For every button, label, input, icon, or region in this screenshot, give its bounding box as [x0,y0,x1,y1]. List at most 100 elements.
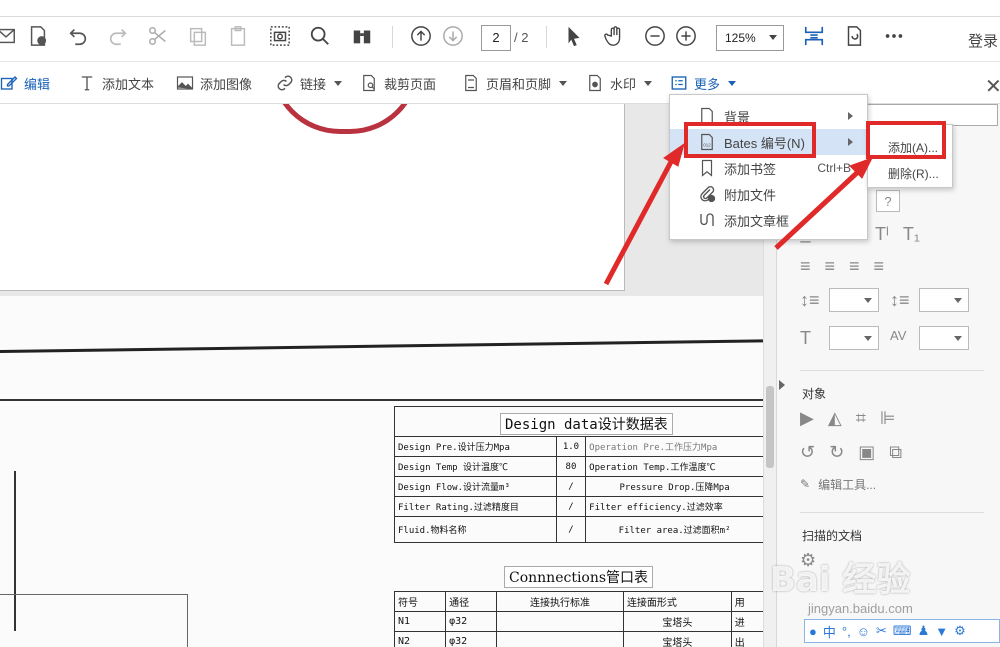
rotate-page-icon[interactable] [842,24,866,48]
align-left-icon[interactable]: ≡ [800,256,811,277]
edit-button[interactable]: 编辑 [0,62,50,104]
align-center-icon[interactable]: ≡ [825,256,836,277]
table-cell: 1.0 [555,436,587,457]
char-spacing-icon: AV [890,328,907,343]
pdf-sign-icon[interactable] [26,24,50,48]
table-row: Design Flow.设计流量m³ / Pressure Drop.压降Mpa [394,476,764,497]
table-cell: 80 [555,456,587,477]
next-page-icon[interactable] [441,24,465,48]
crop-object-icon[interactable]: ⌗ [856,408,866,429]
crop-page-button[interactable]: 裁剪页面 [360,62,436,104]
edit-icon [0,76,18,90]
prev-page-icon[interactable] [409,24,433,48]
document-canvas[interactable]: Design Pre.设计压力Mpa 1.0 Operation Pre.工作压… [0,104,776,647]
punctuation-icon[interactable]: °, [842,624,851,639]
table-cell [496,611,624,632]
table-cell: 出 [730,631,765,647]
align-justify-icon[interactable]: ≡ [874,256,885,277]
keyboard-icon[interactable]: ⌨ [893,623,912,639]
user-icon[interactable]: ♟ [918,623,930,639]
zoom-select[interactable]: 125% [716,25,784,51]
scrollbar-thumb[interactable] [766,386,774,468]
ime-logo-icon: ● [809,623,817,639]
chevron-down-icon [769,35,777,40]
crop-page-label: 裁剪页面 [384,76,437,92]
select-cursor-icon[interactable] [562,24,586,48]
watermark-button[interactable]: 水印 [586,62,653,104]
redo-icon[interactable] [106,24,130,48]
cut-icon[interactable] [146,24,170,48]
menu-shortcut: Ctrl+B [817,161,851,175]
help-icon[interactable]: ? [876,190,900,212]
table-row: Design Pre.设计压力Mpa 1.0 Operation Pre.工作压… [394,436,764,457]
align-right-icon[interactable]: ≡ [849,256,860,277]
zoom-out-icon[interactable] [643,24,667,48]
table-cell: φ32 [445,611,498,632]
align-objects-icon[interactable]: ⊫ [880,408,896,429]
table-header: 符号 [393,591,447,612]
copy-icon[interactable] [186,24,210,48]
mirror-icon[interactable]: ◭ [828,408,842,429]
arrange-icon[interactable]: ⧉ [889,442,902,463]
table-cell: Pressure Drop.压降Mpa [585,476,764,497]
pencil-icon: ✎ [800,477,811,491]
tools-icon[interactable]: ✂ [876,623,887,639]
main-toolbar: 2 / 2 125% 登录 [0,0,1000,62]
read-mode-icon[interactable] [350,24,374,48]
table-cell: Filter area.过滤面积m² [585,516,764,543]
more-options-icon[interactable] [882,24,906,48]
link-button[interactable]: 链接 [276,62,343,104]
line-spacing-select[interactable] [829,288,879,312]
collapse-panel-icon[interactable] [779,380,785,390]
edit-tool-dropdown[interactable]: ✎ 编辑工具... [800,474,980,494]
paragraph-spacing-select[interactable] [919,288,969,312]
add-image-button[interactable]: 添加图像 [176,62,252,104]
page-number-input[interactable]: 2 [481,25,511,51]
emoji-icon[interactable]: ☺ [857,624,870,639]
replace-image-icon[interactable]: ▣ [858,442,875,463]
add-text-button[interactable]: 添加文本 [78,62,154,104]
text-scale-select[interactable] [829,326,879,350]
chevron-down-icon [864,336,872,341]
menu-item-label: 添加文章框 [724,213,790,229]
zoom-in-icon[interactable] [674,24,698,48]
edit-tool-label: 编辑工具... [818,477,877,492]
char-spacing-select[interactable] [919,326,969,350]
table-cell: Operation Temp.工作温度℃ [585,456,764,477]
rotate-tools-row: ↺ ↻ ▣ ⧉ [800,442,902,463]
login-link[interactable]: 登录 [968,30,998,51]
undo-icon[interactable] [66,24,90,48]
fit-page-icon[interactable] [802,24,826,48]
rotate-right-icon[interactable]: ↻ [829,442,844,463]
skin-icon[interactable]: ▼ [935,624,948,639]
paste-icon[interactable] [226,24,250,48]
header-footer-button[interactable]: 页眉和页脚 [462,62,568,104]
panel-divider [800,370,984,371]
subscript-icon[interactable]: T₁ [903,224,920,245]
flip-icon[interactable]: ▶ [800,408,814,429]
settings-icon[interactable]: ⚙ [954,623,966,639]
text-scale-icon: T [800,328,811,348]
header-footer-icon [465,74,477,92]
table-header: 连接面形式 [622,591,732,612]
objects-section-label: 对象 [802,387,827,401]
ime-toolbar[interactable]: ● 中 °, ☺ ✂ ⌨ ♟ ▼ ⚙ [804,619,1000,643]
table-row: N1 φ32 宝塔头 进 [393,611,765,632]
link-label: 链接 [300,76,327,92]
snapshot-icon[interactable] [268,24,292,48]
toolbar-separator [546,26,547,48]
chevron-down-icon [954,336,962,341]
superscript-icon[interactable]: Tˡ [875,224,889,245]
table-cell: Filter efficiency.过滤效率 [585,496,764,517]
close-icon[interactable]: ✕ [985,74,1000,99]
rotate-left-icon[interactable]: ↺ [800,442,815,463]
menu-item-add-article[interactable]: 添加文章框 [670,207,867,233]
hand-tool-icon[interactable] [603,24,627,48]
menu-item-attach-file[interactable]: 附加文件 [670,181,867,207]
menu-item-label: 添加书签 [724,161,777,177]
mail-icon[interactable] [0,24,18,48]
submenu-item-remove[interactable]: 删除(R)... [888,165,939,182]
search-icon[interactable] [308,24,332,48]
ime-language[interactable]: 中 [823,622,836,641]
menu-item-add-bookmark[interactable]: 添加书签 Ctrl+B [670,155,867,181]
